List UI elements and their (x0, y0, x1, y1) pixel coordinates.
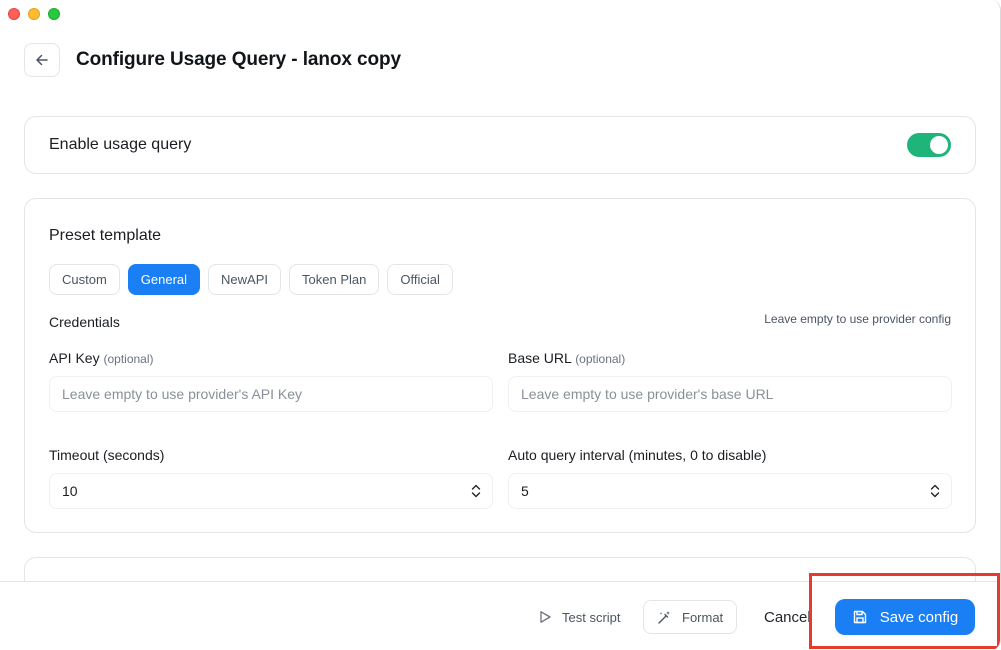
api-key-input[interactable] (49, 376, 493, 412)
close-window-button[interactable] (8, 8, 20, 20)
enable-usage-label: Enable usage query (49, 136, 192, 153)
enable-usage-toggle[interactable] (907, 133, 951, 157)
tab-newapi[interactable]: NewAPI (208, 264, 282, 295)
base-url-input[interactable] (508, 376, 952, 412)
base-url-optional: (optional) (575, 352, 626, 366)
footer-bar: Test script Format Cancel Save config (0, 581, 1000, 650)
minimize-window-button[interactable] (28, 8, 40, 20)
app-window: Configure Usage Query - lanox copy Enabl… (0, 0, 1001, 650)
tab-official[interactable]: Official (387, 264, 453, 295)
stepper-icon[interactable] (471, 483, 481, 499)
interval-label: Auto query interval (minutes, 0 to disab… (508, 447, 767, 463)
zoom-window-button[interactable] (48, 8, 60, 20)
tab-token-plan[interactable]: Token Plan (289, 264, 380, 295)
format-button[interactable]: Format (643, 600, 738, 634)
enable-card: Enable usage query (24, 116, 976, 174)
format-label: Format (682, 609, 724, 625)
interval-input[interactable] (508, 473, 952, 509)
credentials-label: Credentials (49, 314, 120, 330)
tab-general[interactable]: General (127, 264, 201, 295)
base-url-label-text: Base URL (508, 350, 572, 366)
arrow-left-icon (36, 54, 48, 66)
test-script-label: Test script (562, 609, 621, 625)
preset-tabs: Custom General NewAPI Token Plan Officia… (49, 264, 453, 295)
api-key-label: API Key (optional) (49, 350, 154, 366)
api-key-label-text: API Key (49, 350, 100, 366)
window-controls (8, 8, 60, 20)
preset-title: Preset template (49, 227, 162, 244)
credentials-hint: Leave empty to use provider config (764, 312, 951, 326)
toggle-knob (930, 136, 948, 154)
test-script-button[interactable]: Test script (526, 600, 633, 634)
save-icon (853, 610, 866, 624)
base-url-label: Base URL (optional) (508, 350, 625, 366)
preset-card: Preset template Custom General NewAPI To… (24, 198, 976, 533)
play-icon (540, 611, 551, 623)
cancel-button[interactable]: Cancel (752, 600, 823, 634)
timeout-field (49, 473, 493, 509)
save-config-button[interactable]: Save config (835, 599, 975, 635)
interval-field (508, 473, 952, 509)
tab-custom[interactable]: Custom (49, 264, 120, 295)
back-button[interactable] (24, 43, 60, 77)
api-key-optional: (optional) (103, 352, 154, 366)
timeout-input[interactable] (49, 473, 493, 509)
page-title: Configure Usage Query - lanox copy (76, 49, 401, 70)
timeout-label: Timeout (seconds) (49, 447, 165, 463)
stepper-icon[interactable] (930, 483, 940, 499)
save-config-label: Save config (879, 608, 959, 626)
magic-wand-icon (658, 610, 670, 624)
page-header: Configure Usage Query - lanox copy (24, 43, 401, 77)
